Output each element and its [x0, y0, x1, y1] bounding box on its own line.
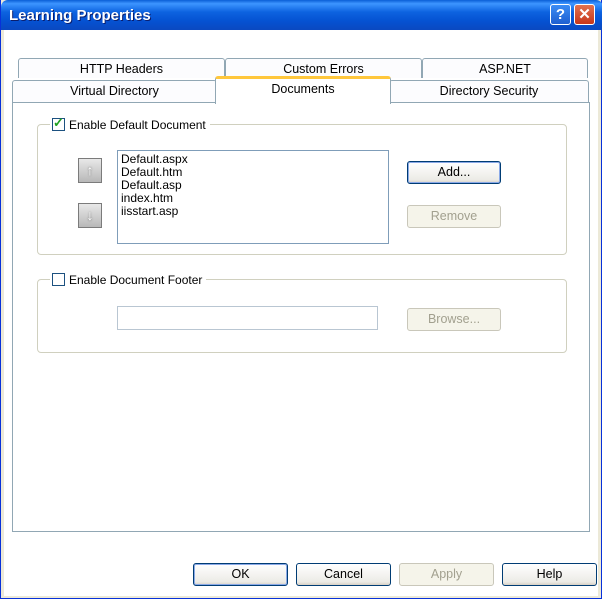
enable-document-footer-label: Enable Document Footer: [69, 273, 203, 287]
apply-button[interactable]: Apply: [399, 563, 494, 586]
enable-document-footer-checkbox[interactable]: Enable Document Footer: [50, 272, 207, 288]
dialog-client-area: HTTP Headers Custom Errors ASP.NET Virtu…: [4, 30, 598, 596]
checkbox-checked-icon[interactable]: ✓: [52, 116, 65, 131]
properties-dialog: Learning Properties ? ✕ HTTP Headers Cus…: [0, 0, 602, 599]
enable-default-document-label: Enable Default Document: [69, 118, 206, 132]
arrow-up-icon: ↑: [86, 162, 94, 178]
tab-label: HTTP Headers: [79, 62, 164, 76]
help-icon[interactable]: ?: [550, 4, 571, 25]
tab-label: ASP.NET: [479, 62, 531, 76]
browse-button[interactable]: Browse...: [407, 308, 501, 331]
tab-http-headers[interactable]: HTTP Headers: [18, 58, 225, 78]
tab-label: Documents: [271, 82, 335, 96]
add-document-button[interactable]: Add...: [407, 161, 501, 184]
tab-label: Directory Security: [439, 84, 539, 98]
tab-directory-security[interactable]: Directory Security: [389, 80, 589, 103]
tab-asp-net[interactable]: ASP.NET: [422, 58, 588, 78]
tab-documents[interactable]: Documents: [215, 76, 391, 104]
checkbox-unchecked-icon[interactable]: [52, 273, 65, 286]
move-up-button[interactable]: ↑: [78, 158, 102, 183]
close-icon[interactable]: ✕: [574, 4, 595, 25]
enable-default-document-checkbox[interactable]: ✓ Enable Default Document: [50, 116, 210, 133]
tab-label: Custom Errors: [283, 62, 364, 76]
footer-path-field[interactable]: [117, 306, 378, 330]
cancel-button[interactable]: Cancel: [296, 563, 391, 586]
documents-tab-panel: ✓ Enable Default Document ↑ ↓ Default.asp…: [12, 102, 590, 532]
ok-button[interactable]: OK: [193, 563, 288, 586]
move-down-button[interactable]: ↓: [78, 203, 102, 228]
tab-virtual-directory[interactable]: Virtual Directory: [12, 80, 217, 103]
help-button[interactable]: Help: [502, 563, 597, 586]
arrow-down-icon: ↓: [86, 207, 94, 223]
window-title: Learning Properties: [9, 7, 151, 24]
list-item[interactable]: iisstart.asp: [121, 205, 385, 218]
title-bar[interactable]: Learning Properties ? ✕: [1, 0, 602, 30]
default-document-list[interactable]: Default.aspx Default.htm Default.asp ind…: [117, 150, 389, 244]
tab-custom-errors[interactable]: Custom Errors: [225, 58, 422, 78]
tab-label: Virtual Directory: [70, 84, 159, 98]
remove-document-button[interactable]: Remove: [407, 205, 501, 228]
